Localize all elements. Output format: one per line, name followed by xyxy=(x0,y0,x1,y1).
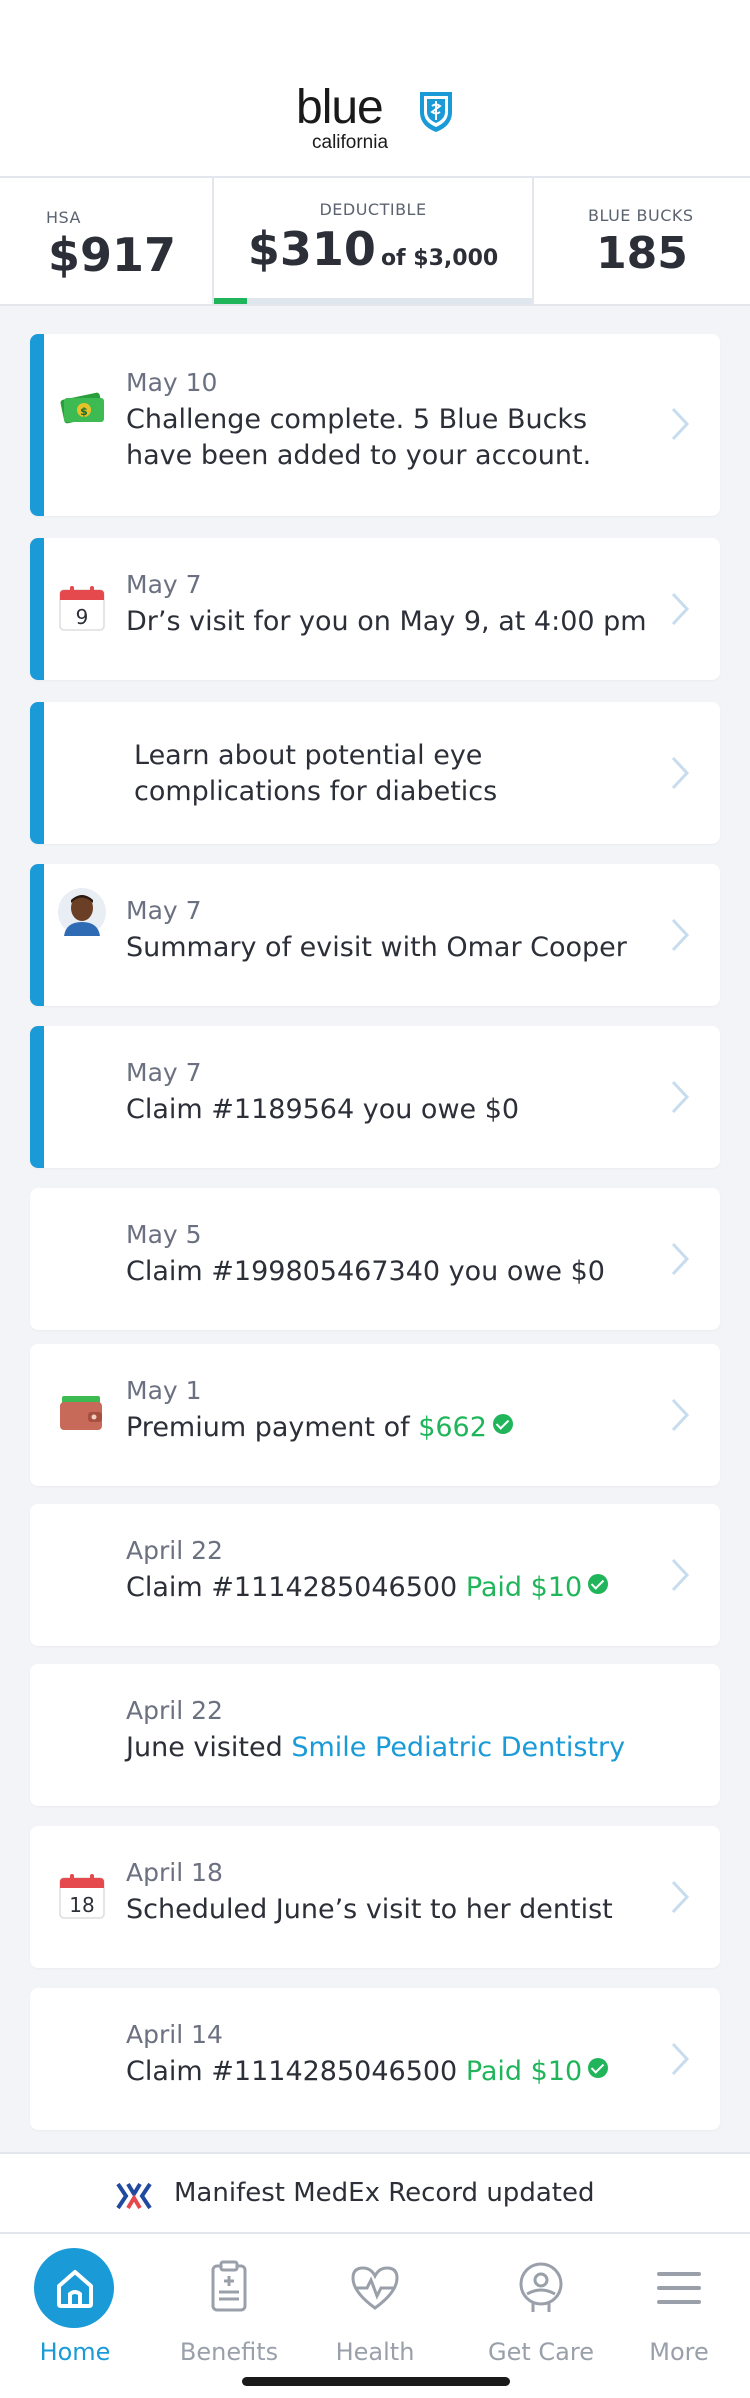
tab-get-care[interactable]: Get Care xyxy=(466,2234,616,2398)
money-icon: $ xyxy=(60,392,104,424)
doctor-icon xyxy=(519,2262,563,2312)
chevron-right-icon xyxy=(671,1558,690,1592)
chevron-right-icon xyxy=(671,918,690,952)
chevron-right-icon xyxy=(671,1398,690,1432)
feed-date: April 22 xyxy=(126,1536,223,1565)
feed-title: Claim #1114285046500 Paid $10 xyxy=(126,2054,660,2090)
feed-title: Summary of evisit with Omar Cooper xyxy=(126,932,627,963)
calendar-icon: 18 xyxy=(59,1874,105,1919)
provider-link[interactable]: Smile Pediatric Dentistry xyxy=(291,1732,625,1763)
blue-bucks-label: BLUE BUCKS xyxy=(588,206,694,225)
check-icon xyxy=(588,1574,609,1594)
feed-item-evisit[interactable]: May 7 Summary of evisit with Omar Cooper xyxy=(30,864,720,1006)
hsa-value: $917 xyxy=(48,228,177,282)
feed-date: May 7 xyxy=(126,570,202,599)
tab-label: More xyxy=(649,2338,709,2366)
feed-title: Claim #1114285046500 Paid $10 xyxy=(126,1570,660,1606)
svg-text:$: $ xyxy=(80,405,88,418)
feed-title: Claim #199805467340 you owe $0 xyxy=(126,1256,605,1287)
feed-title: Premium payment of $662 xyxy=(126,1410,660,1446)
chevron-right-icon xyxy=(671,2042,690,2076)
tab-label: Home xyxy=(39,2338,111,2366)
feed-title: Claim #1189564 you owe $0 xyxy=(126,1094,520,1125)
deductible-label: DEDUCTIBLE xyxy=(319,200,427,219)
feed-item-visit[interactable]: April 22 June visited Smile Pediatric De… xyxy=(30,1664,720,1806)
feed-title: Scheduled June’s visit to her dentist xyxy=(126,1894,613,1925)
home-icon xyxy=(57,2270,93,2308)
home-indicator xyxy=(242,2377,510,2386)
menu-icon xyxy=(657,2272,701,2304)
hsa-label: HSA xyxy=(46,208,81,227)
chevron-right-icon xyxy=(671,1080,690,1114)
notice-text: Manifest MedEx Record updated xyxy=(174,2178,595,2208)
feed-date: May 7 xyxy=(126,1058,202,1087)
medex-logo-icon xyxy=(116,2182,152,2210)
feed-date: April 14 xyxy=(126,2020,223,2049)
deductible-progress xyxy=(214,298,532,304)
chevron-right-icon xyxy=(671,1880,690,1914)
chevron-right-icon xyxy=(671,756,690,790)
brand-sub: california xyxy=(312,132,389,153)
chevron-right-icon xyxy=(671,407,690,441)
tab-benefits[interactable]: Benefits xyxy=(154,2234,304,2398)
feed-date: May 5 xyxy=(126,1220,202,1249)
feed-title: Dr’s visit for you on May 9, at 4:00 pm xyxy=(126,606,647,637)
calendar-day: 9 xyxy=(76,605,89,629)
deductible-total: of $3,000 xyxy=(380,246,499,271)
chevron-right-icon xyxy=(671,592,690,626)
tab-label: Health xyxy=(335,2338,415,2366)
calendar-day: 18 xyxy=(69,1893,94,1917)
deductible-progress-fill xyxy=(214,298,247,304)
hsa-stat[interactable]: HSA $917 xyxy=(0,178,212,304)
claim-status: Paid $10 xyxy=(465,2056,583,2087)
feed-title: June visited Smile Pediatric Dentistry xyxy=(126,1732,626,1763)
tab-health[interactable]: Health xyxy=(300,2234,450,2398)
calendar-icon: 9 xyxy=(59,586,105,631)
brand-name: blue xyxy=(296,81,384,134)
feed-item-appointment[interactable]: 9 May 7 Dr’s visit for you on May 9, at … xyxy=(30,538,720,680)
check-icon xyxy=(492,1414,513,1434)
feed-date: May 1 xyxy=(126,1376,202,1405)
clipboard-icon xyxy=(211,2260,247,2312)
blue-bucks-stat[interactable]: BLUE BUCKS 185 xyxy=(534,178,750,304)
feed-date: May 10 xyxy=(126,368,218,397)
blue-bucks-value: 185 xyxy=(596,228,688,279)
payment-amount: $662 xyxy=(418,1412,487,1443)
deductible-value: $310 xyxy=(247,222,376,276)
check-icon xyxy=(588,2058,609,2078)
feed-title: Learn about potential eye complications … xyxy=(134,740,498,807)
deductible-stat[interactable]: DEDUCTIBLE $310 of $3,000 xyxy=(212,178,534,304)
brand-logo: blue california xyxy=(296,84,476,156)
feed-item-claim[interactable]: April 22 Claim #1114285046500 Paid $10 xyxy=(30,1504,720,1646)
heart-pulse-icon xyxy=(351,2266,399,2310)
feed-date: May 7 xyxy=(126,896,202,925)
feed-item-article[interactable]: Learn about potential eye complications … xyxy=(30,702,720,844)
feed-date: April 18 xyxy=(126,1858,223,1887)
feed-item-claim[interactable]: May 5 Claim #199805467340 you owe $0 xyxy=(30,1188,720,1330)
feed-title: Challenge complete. 5 Blue Bucks have be… xyxy=(126,404,592,471)
avatar xyxy=(58,888,106,936)
feed-item-challenge[interactable]: $ May 10 Challenge complete. 5 Blue Buck… xyxy=(30,334,720,516)
shield-icon xyxy=(420,92,452,132)
tab-label: Benefits xyxy=(179,2338,279,2366)
tab-bar: Home Benefits Health Get Care More xyxy=(0,2234,750,2398)
app-header: blue california xyxy=(0,0,750,178)
feed-item-claim[interactable]: April 14 Claim #1114285046500 Paid $10 xyxy=(30,1988,720,2130)
feed-item-payment[interactable]: May 1 Premium payment of $662 xyxy=(30,1344,720,1486)
chevron-right-icon xyxy=(671,1242,690,1276)
feed-item-claim[interactable]: May 7 Claim #1189564 you owe $0 xyxy=(30,1026,720,1168)
account-stats: HSA $917 DEDUCTIBLE $310 of $3,000 BLUE … xyxy=(0,178,750,306)
medex-notice[interactable]: Manifest MedEx Record updated xyxy=(0,2152,750,2234)
claim-status: Paid $10 xyxy=(465,1572,583,1603)
tab-home[interactable]: Home xyxy=(0,2234,150,2398)
tab-more[interactable]: More xyxy=(604,2234,750,2398)
feed-date: April 22 xyxy=(126,1696,223,1725)
wallet-icon xyxy=(60,1396,102,1430)
tab-label: Get Care xyxy=(488,2338,594,2366)
feed-item-appointment[interactable]: 18 April 18 Scheduled June’s visit to he… xyxy=(30,1826,720,1968)
